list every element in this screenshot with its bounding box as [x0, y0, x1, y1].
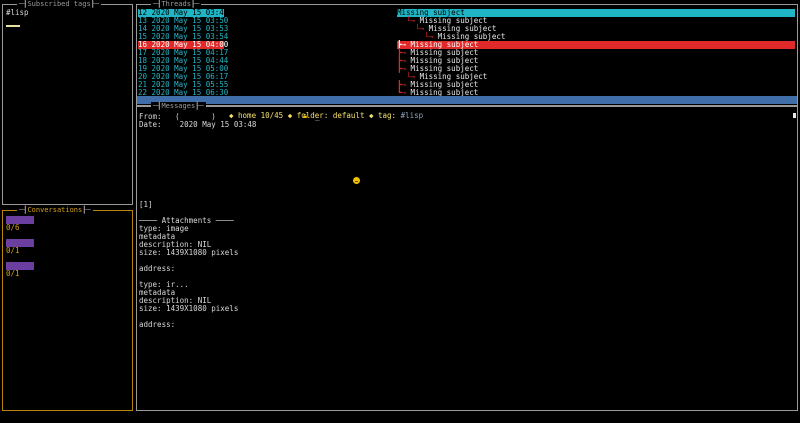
- tag-cursor: [6, 25, 20, 27]
- threads-title: ─┨Threads┠─: [151, 0, 202, 8]
- date-label: Date:: [139, 120, 162, 129]
- conversation-item[interactable]: 0/1: [6, 262, 34, 278]
- messages-panel: ─┨Messages┠─ From: ( ) _ 🔒︎ Date: 2020 M…: [136, 102, 798, 411]
- conversation-item[interactable]: 0/6: [6, 216, 34, 232]
- date-line: Date: 2020 May 15 03:48: [139, 121, 256, 129]
- subscribed-tags-title: ─┨Subscribed tags┠─: [17, 0, 102, 8]
- thread-date-column: 12 2020 May 15 03:48 13 2020 May 15 03:50…: [138, 9, 228, 97]
- scroll-indicator[interactable]: [793, 113, 796, 118]
- conversation-count: 0/1: [6, 246, 20, 255]
- messages-title: ─┨Messages┠─: [151, 102, 206, 110]
- conversation-count: 0/1: [6, 269, 20, 278]
- footnote: [1]: [139, 200, 153, 209]
- conversation-count: 0/6: [6, 223, 20, 232]
- smiley-icon: [353, 177, 360, 184]
- subscribed-tags-panel: ─┨Subscribed tags┠─ #lisp: [2, 0, 133, 205]
- conversation-item[interactable]: 0/1: [6, 239, 34, 255]
- from-trail: _: [315, 112, 320, 121]
- conversations-title: ─┨Conversations┠─: [17, 206, 93, 214]
- thread-subject-column: Missing subject └→ Missing subject └→ Mi…: [397, 9, 795, 97]
- lock-icon: 🔒︎: [303, 111, 307, 120]
- date-value: 2020 May 15 03:48: [179, 120, 257, 129]
- attachment-size: size: 1439X1080 pixels: [139, 304, 239, 313]
- conversations-panel: ─┨Conversations┠─ 0/6 0/1 0/1: [2, 206, 133, 411]
- attachment-size: size: 1439X1080 pixels: [139, 248, 239, 257]
- threads-panel: ─┨Threads┠─ 12 2020 May 15 03:48 13 2020 …: [136, 0, 798, 120]
- status-bar: ◆ home 10/45 ◆ folder: default ◆ tag: #l…: [137, 96, 797, 120]
- attachment-address[interactable]: address:: [139, 321, 175, 329]
- attachment-address[interactable]: address:: [139, 265, 175, 273]
- tag-item-lisp[interactable]: #lisp: [6, 9, 29, 17]
